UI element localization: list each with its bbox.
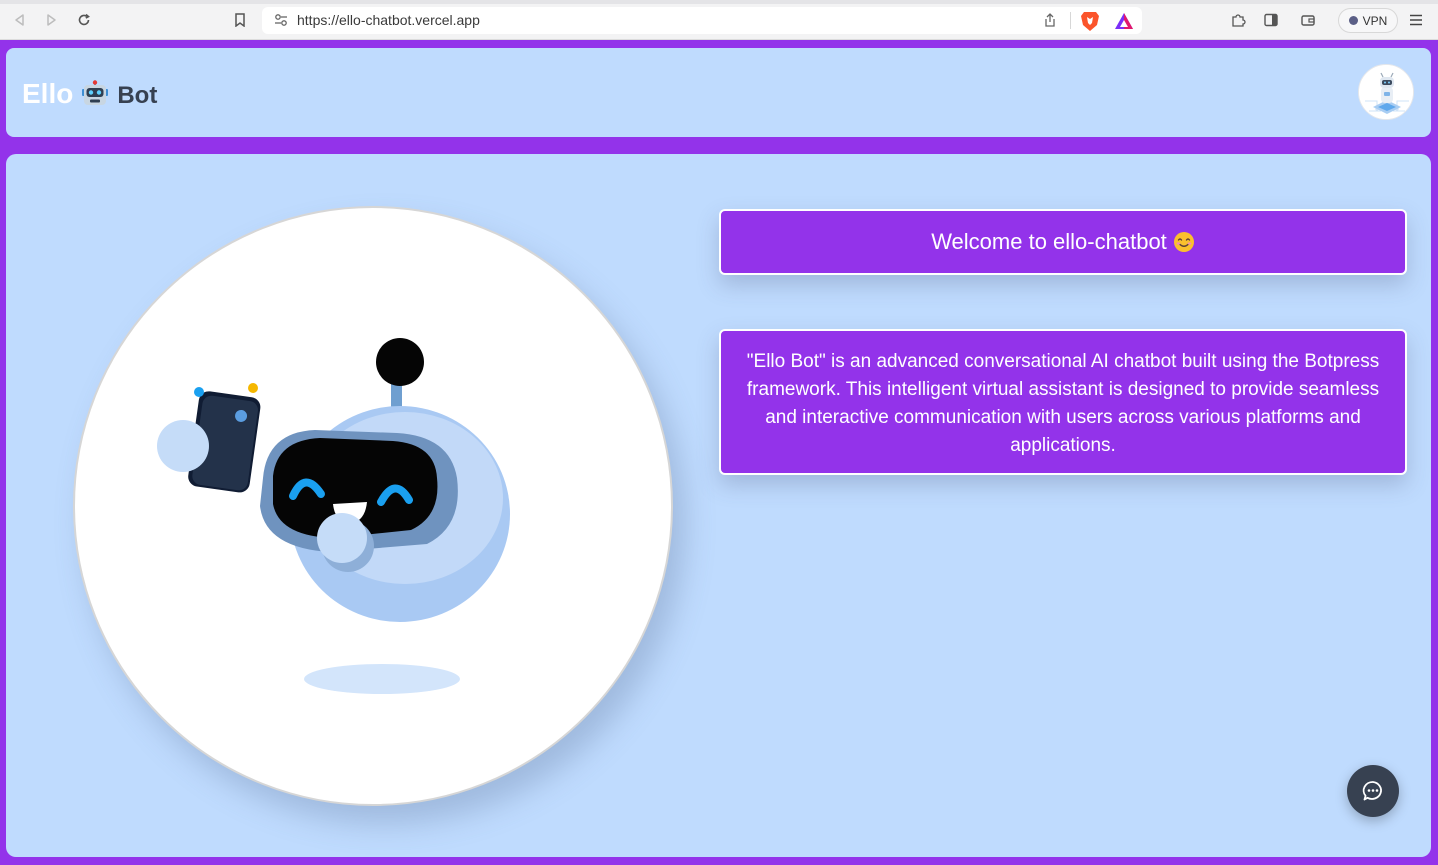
brave-shields-icon[interactable] — [1080, 10, 1100, 32]
forward-button[interactable] — [41, 10, 61, 30]
avatar[interactable] — [1358, 64, 1414, 120]
wallet-icon — [1301, 15, 1315, 26]
vpn-label: VPN — [1362, 13, 1388, 28]
forward-arrow-icon — [47, 14, 56, 26]
divider — [1070, 12, 1071, 29]
chat-widget-button[interactable] — [1347, 765, 1399, 817]
vpn-button[interactable]: VPN — [1338, 8, 1398, 33]
logo-text-ello: Ello — [22, 78, 74, 109]
reload-icon — [78, 13, 90, 26]
browser-toolbar: https://ello-chatbot.vercel.app VPN — [0, 0, 1438, 40]
address-bar[interactable]: https://ello-chatbot.vercel.app — [262, 7, 1142, 34]
puzzle-icon — [1232, 14, 1246, 27]
welcome-title: Welcome to ello-chatbot — [931, 229, 1167, 254]
url-text[interactable]: https://ello-chatbot.vercel.app — [297, 12, 480, 28]
menu-button[interactable] — [1406, 10, 1426, 30]
description-text: "Ello Bot" is an advanced conversational… — [746, 351, 1380, 456]
vpn-status-icon — [1348, 16, 1358, 25]
wallet-button[interactable] — [1298, 10, 1318, 30]
sidebar-button[interactable] — [1261, 10, 1281, 30]
robot-avatar-icon — [1359, 65, 1413, 119]
site-settings-icon[interactable] — [274, 13, 288, 27]
site-header: Ello Bot — [6, 48, 1431, 137]
back-button[interactable] — [10, 10, 30, 30]
sidebar-icon — [1264, 13, 1278, 27]
site-logo[interactable]: Ello Bot — [22, 77, 157, 110]
robot-mascot-icon — [157, 338, 510, 694]
main-content: Welcome to ello-chatbot "Ello Bot" is an… — [6, 154, 1431, 857]
back-arrow-icon — [15, 14, 24, 26]
chat-bubble-icon — [1362, 781, 1382, 801]
robot-emoji-icon — [82, 80, 109, 105]
welcome-card: Welcome to ello-chatbot — [719, 209, 1407, 275]
smiling-face-emoji-icon — [1173, 232, 1194, 252]
reload-button[interactable] — [74, 10, 94, 30]
tab-strip — [0, 0, 1438, 4]
extensions-button[interactable] — [1228, 10, 1248, 30]
share-icon[interactable] — [1042, 12, 1058, 28]
brave-rewards-icon[interactable] — [1114, 11, 1134, 31]
bookmark-icon — [235, 13, 245, 27]
description-card: "Ello Bot" is an advanced conversational… — [719, 329, 1407, 475]
bookmark-button[interactable] — [230, 10, 250, 30]
hamburger-menu-icon — [1410, 14, 1422, 26]
hero-illustration — [73, 206, 673, 806]
logo-text-bot: Bot — [117, 82, 158, 109]
